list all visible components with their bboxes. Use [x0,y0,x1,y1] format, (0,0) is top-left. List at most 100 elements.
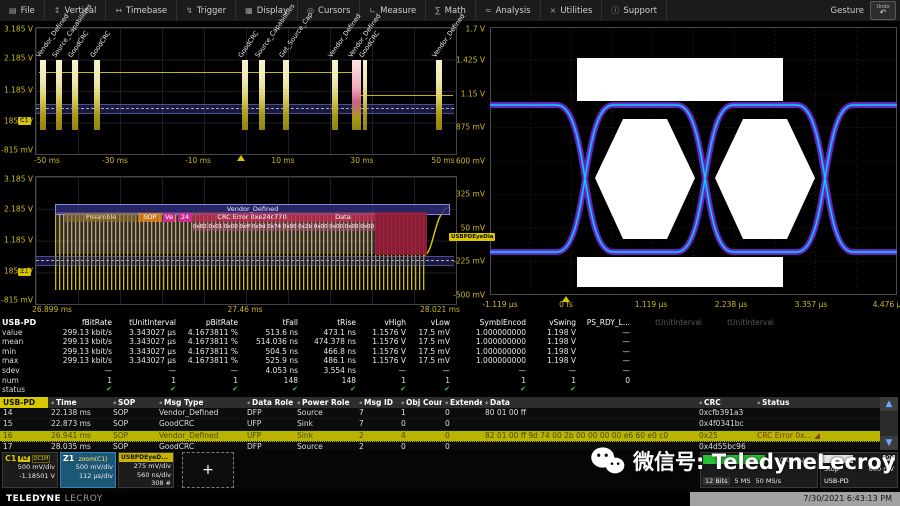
sample-count: 5 MS [735,477,751,485]
column-header[interactable]: Msg ID [356,397,398,408]
menu-item[interactable]: ↕ Vertical [45,0,107,21]
measure-column[interactable]: tRise 473.1 ns 474.378 ns 466.8 ns 486.1… [298,318,356,395]
measure-column[interactable]: fBitRate 299.13 kbit/s 299.13 kbit/s 299… [48,318,112,395]
menu-item[interactable]: ▦ Display [236,0,298,21]
measure-name: tUnitInterval [702,318,774,328]
watermark: 微信号: TeledyneLecroy [590,446,895,476]
eye-diagram-plot[interactable] [490,27,897,295]
c1-coupling-badge: DC1M [32,455,51,463]
menu-item[interactable]: ≈ Analysis [476,0,541,21]
status-check: ✔ [48,385,112,395]
eye-descriptor[interactable]: USBPDEyeD... 275 mV/div 560 ns/div 308 # [118,452,174,488]
measure-column[interactable]: tUnitInterval [630,318,702,395]
z1-trace-badge[interactable]: Z1 [18,268,31,276]
footer: TELEDYNE LECROY 7/30/2021 6:43:13 PM [0,492,900,506]
y-tick-label: 2.185 V [0,54,33,63]
measure-column[interactable]: vLow 17.5 mV 17.5 mV 17.5 mV 17.5 mV — 1… [406,318,450,395]
row-label: num [2,376,48,386]
protocol-scrollbar[interactable]: ▲ ▼ [880,397,898,450]
menu-item[interactable]: ⓘ Support [602,0,667,21]
menu-item-label: Analysis [496,6,531,16]
status-check [576,385,630,395]
measure-name: SymblEncod [450,318,526,328]
menu-item[interactable]: ◎ Cursors [298,0,360,21]
zoom-z1-descriptor[interactable]: Z1 zoom(C1) 500 mV/div 112 µs/div [60,452,116,488]
status-check: ✔ [450,385,526,395]
measure-name: vHigh [356,318,406,328]
column-header[interactable]: Data [482,397,696,408]
column-header[interactable]: CRC [696,397,754,408]
menu-item-icon: ▦ [245,6,253,15]
menu-item[interactable]: ∑ Math [426,0,476,21]
measure-column[interactable]: pBitRate 4.1673811 % 4.1673811 % 4.16738… [176,318,238,395]
measurement-table: USB-PD value mean min max sdev num statu… [2,318,832,395]
menu-item[interactable]: ↯ Trigger [177,0,236,21]
eye-trace-badge[interactable]: USBPDEyeDia [449,233,495,241]
measure-name: tUnitInterval [630,318,702,328]
measure-title: USB-PD [2,318,48,328]
menu-item-label: Cursors [318,6,350,16]
column-header[interactable]: Time [48,397,110,408]
row-label: value [2,328,48,338]
oscilloscope-screen: ▤ File ↕ Vertical ↔ Timebase ↯ Trigger ▦… [0,0,900,506]
menu-item-icon: ∑ [435,6,440,15]
x-tick-label: -10 ms [185,156,211,165]
undo-button[interactable]: Undo ↶ [870,1,896,20]
column-header[interactable]: SOP [110,397,156,408]
y-tick-label: 3.185 V [0,25,33,34]
column-header[interactable]: Obj Count [398,397,442,408]
y-tick-label: 1.185 V [0,86,33,95]
measure-column[interactable]: tUnitInterval [702,318,774,395]
menu-item-icon: ∟ [369,6,376,15]
menu-item[interactable]: ↔ Timebase [106,0,177,21]
status-check [702,385,774,395]
measure-column[interactable]: vSwing 1.198 V 1.198 V 1.198 V 1.198 V —… [526,318,576,395]
scroll-up-button[interactable]: ▲ [880,397,898,411]
column-header[interactable]: Msg Type [156,397,244,408]
datetime: 7/30/2021 6:43:13 PM [690,492,900,506]
table-row[interactable]: 1422.138 ms SOPVendor_Defined DFPSource … [0,408,880,419]
menu-item[interactable]: ▤ File [0,0,45,21]
x-tick-label: -50 ms [34,156,60,165]
menu-item-icon: ↕ [54,6,61,15]
column-header[interactable]: USB-PD [0,397,48,408]
channel-c1-descriptor[interactable]: C1 FLT DC1M 500 mV/div -1.18501 V [2,452,58,488]
measure-column[interactable]: SymblEncod 1.000000000 1.000000000 1.000… [450,318,526,395]
menu-item-label: Timebase [126,6,167,16]
z1-source: zoom(C1) [78,456,107,463]
y-tick-label: 600 mV [452,157,485,166]
measure-row-labels: USB-PD value mean min max sdev num statu… [2,318,48,395]
row-label: sdev [2,366,48,376]
menu-item[interactable]: × Utilities [541,0,603,21]
menu-item-icon: ≈ [485,6,492,15]
undo-icon: ↶ [880,9,887,17]
column-header[interactable]: Power Role [294,397,356,408]
y-tick-label: 2.185 V [0,205,33,214]
row-label: status [2,385,48,395]
zoom-plot[interactable] [35,176,457,305]
table-row[interactable]: 1522.873 ms SOPGoodCRC UFPSink 70 0 0x4f… [0,419,880,430]
plus-icon: + [202,462,214,478]
add-trace-button[interactable]: + [182,452,234,488]
x-tick-label: 2.238 µs [715,300,748,309]
sample-rate: 50 MS/s [755,477,781,485]
eye-zero-marker [562,296,570,302]
c1-trace-badge[interactable]: C1 [18,117,31,125]
measure-column[interactable]: tFall 513.6 ns 514.036 ns 504.5 ns 525.9… [238,318,298,395]
table-row[interactable]: 1626.941 ms SOPVendor_Defined UFPSink 24… [0,431,880,442]
menu-item[interactable]: ∟ Measure [360,0,426,21]
acquisition-plot[interactable] [35,27,457,155]
menu-item-icon: ⓘ [611,5,619,16]
measure-name: tRise [298,318,356,328]
row-label: mean [2,337,48,347]
mask-top [577,58,783,101]
measure-column[interactable]: vHigh 1.1576 V 1.1576 V 1.1576 V 1.1576 … [356,318,406,395]
trigger-position-marker[interactable] [237,155,245,161]
measure-column[interactable]: tUnitInterval 3.343027 µs 3.343027 µs 3.… [112,318,176,395]
column-header[interactable]: Status [754,397,872,408]
y-tick-label: -815 mV [0,146,33,155]
measure-column[interactable]: PS_RDY_L... — — — — — 0 [576,318,630,395]
column-header[interactable]: Data Role [244,397,294,408]
column-header[interactable]: Extended [442,397,482,408]
menu-item-label: Vertical [65,6,97,16]
